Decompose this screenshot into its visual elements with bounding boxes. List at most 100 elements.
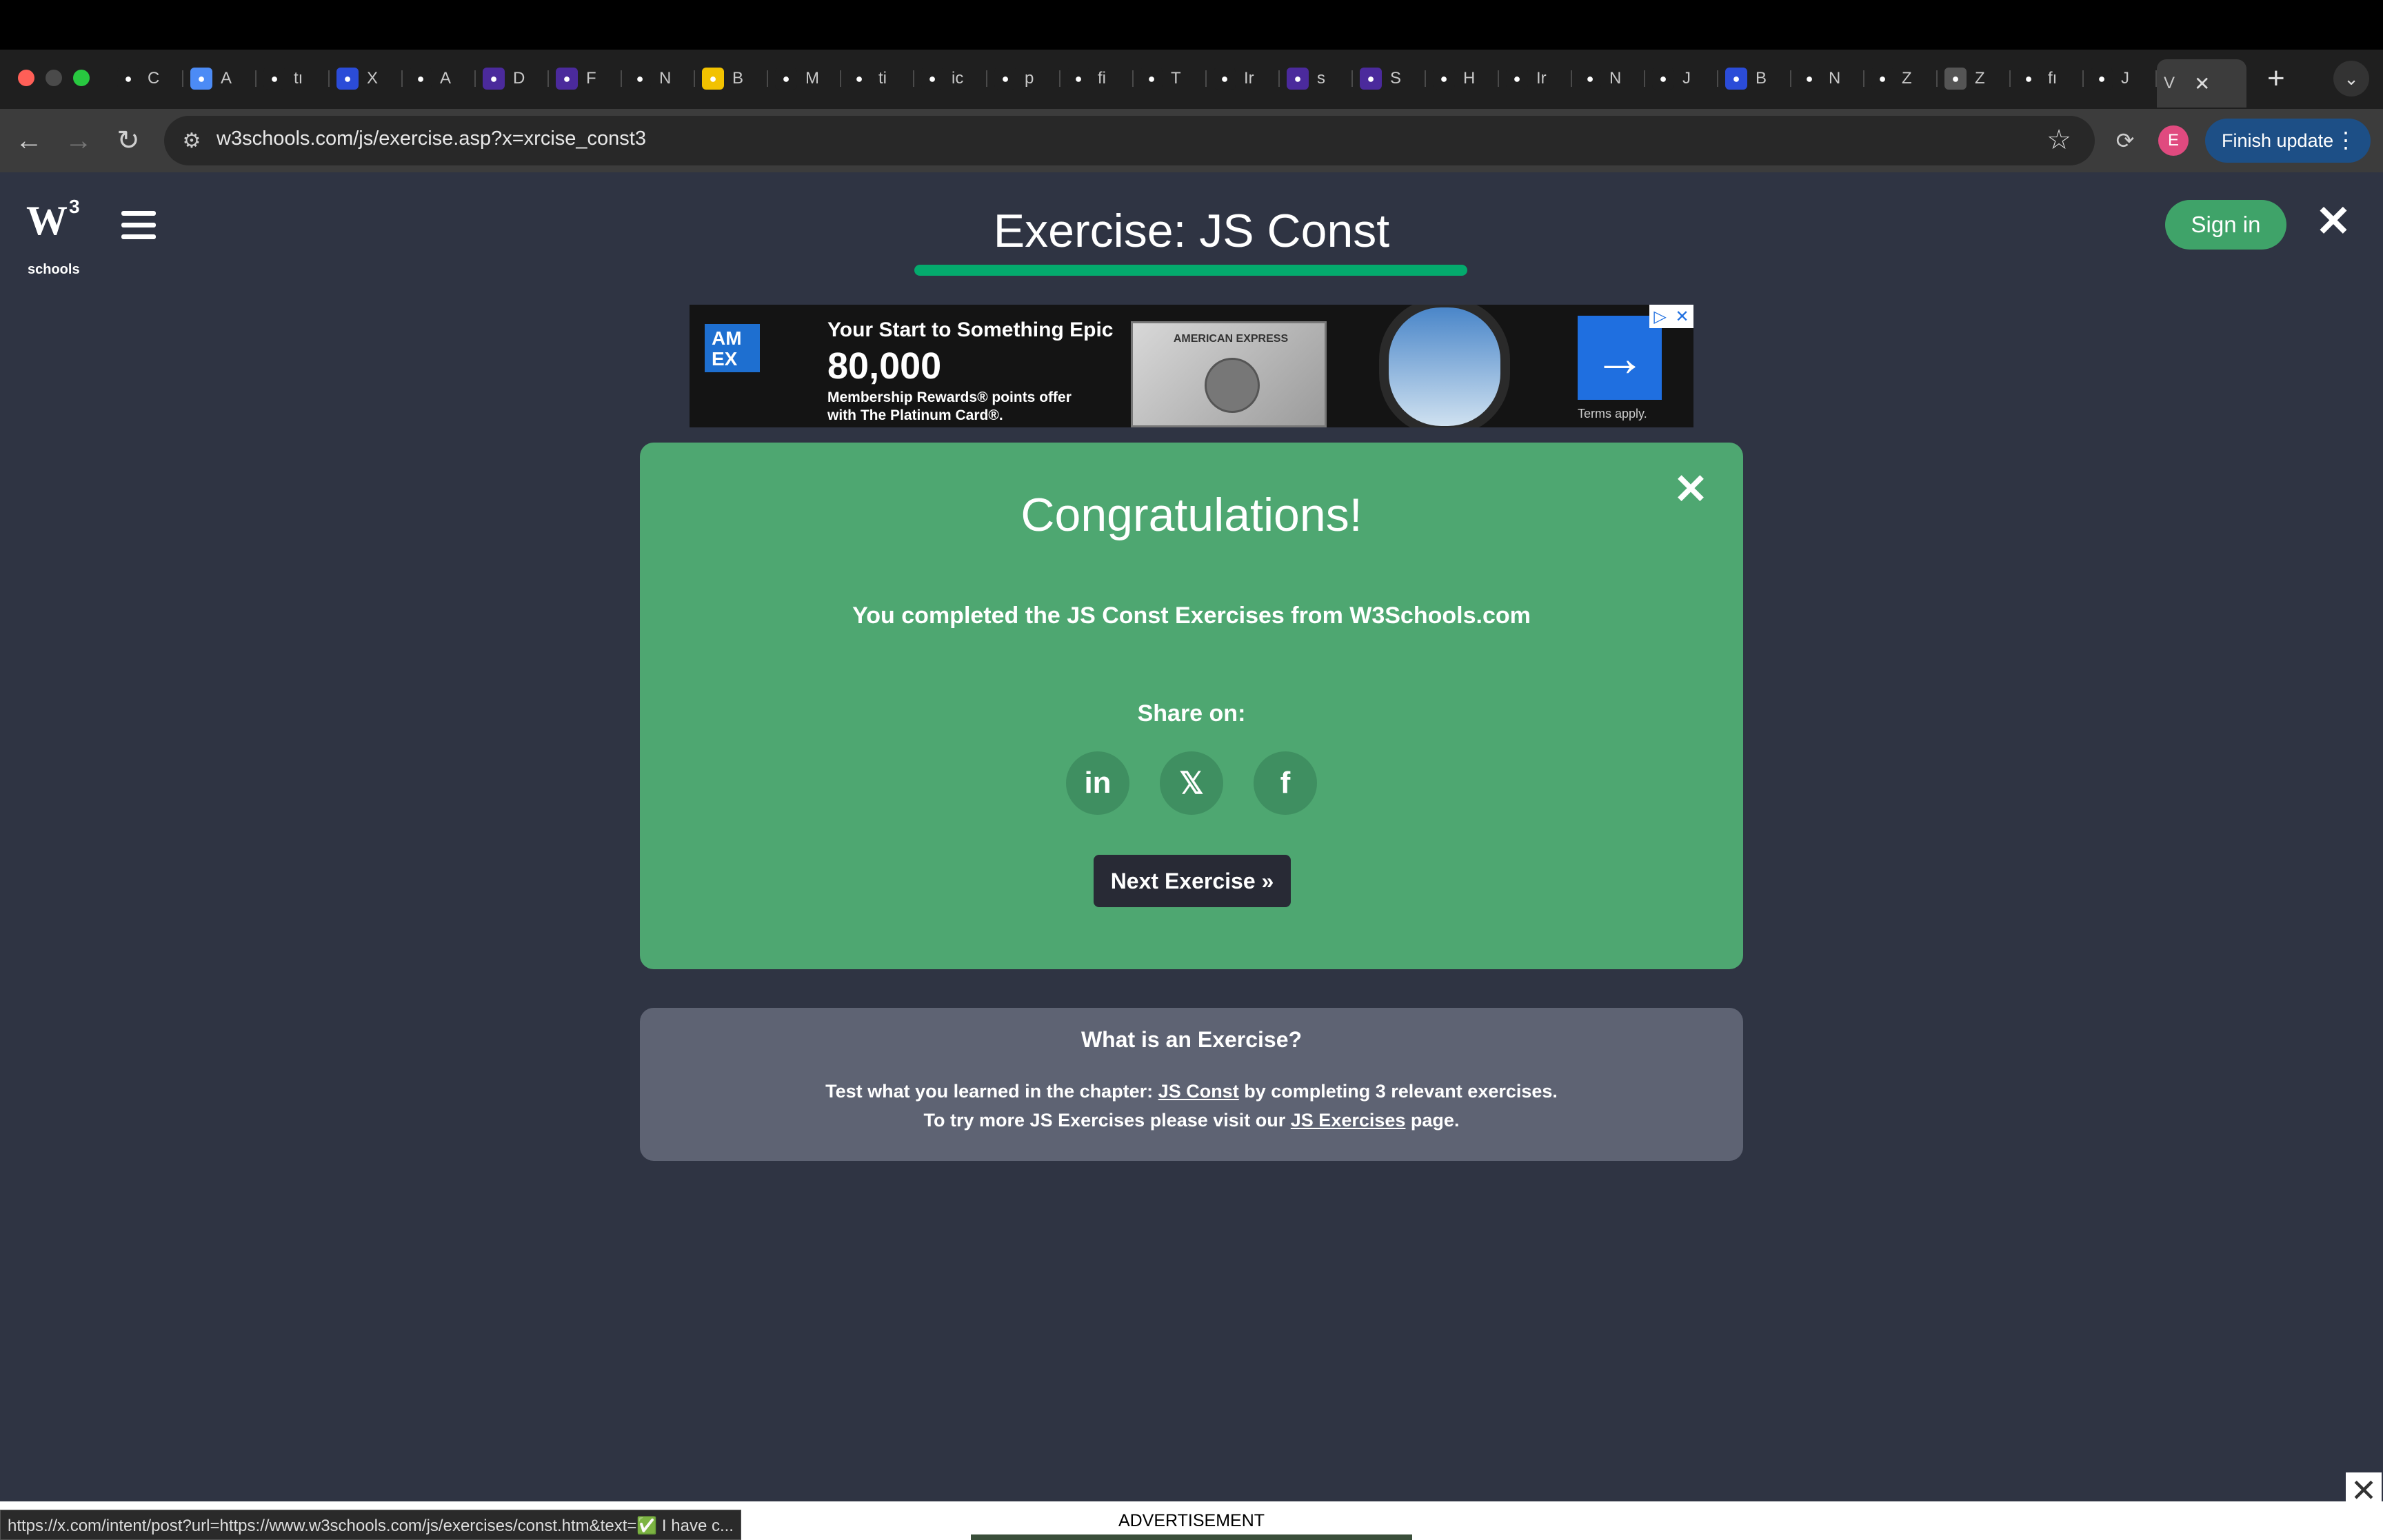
status-bar-url: https://x.com/intent/post?url=https://ww… <box>0 1510 741 1540</box>
js-const-link[interactable]: JS Const <box>1158 1081 1239 1102</box>
tab-title: X <box>367 69 379 88</box>
browser-tab[interactable]: ● F <box>549 59 622 98</box>
tab-title: tı <box>294 69 303 88</box>
extension-icon[interactable]: ⟳ <box>2109 124 2142 157</box>
site-settings-icon[interactable]: ⚙ <box>177 125 207 156</box>
chatgpt-icon: ● <box>1798 68 1820 90</box>
navigation-bar: ← → ↻ ⚙ w3schools.com/js/exercise.asp?x=… <box>0 109 2383 172</box>
new-tab-button[interactable]: + <box>2267 59 2285 98</box>
pin-icon: ● <box>1360 68 1382 90</box>
close-window-button[interactable] <box>18 70 34 86</box>
info-line-2: To try more JS Exercises please visit ou… <box>640 1110 1743 1131</box>
maximize-window-button[interactable] <box>73 70 90 86</box>
globe-icon: ● <box>1433 68 1455 90</box>
completion-message: You completed the JS Const Exercises fro… <box>852 602 1531 629</box>
next-exercise-button[interactable]: Next Exercise » <box>1094 855 1291 907</box>
w3schools-logo[interactable]: W 3 schools <box>26 196 84 277</box>
v-icon: ● <box>775 68 797 90</box>
url-text[interactable]: w3schools.com/js/exercise.asp?x=xrcise_c… <box>217 128 646 150</box>
sign-in-button[interactable]: Sign in <box>2165 200 2286 250</box>
ad-airplane-window-image <box>1379 305 1510 427</box>
ad-info-icon[interactable]: ▷ <box>1653 307 1666 327</box>
tab-close-icon[interactable]: ✕ <box>2194 72 2210 95</box>
share-linkedin-button[interactable]: in <box>1066 751 1129 815</box>
bank-icon: ● <box>1214 68 1236 90</box>
browser-tab[interactable]: ● N <box>1572 59 1645 98</box>
ad-close-icon[interactable]: ✕ <box>1676 307 1689 327</box>
address-bar[interactable]: ⚙ w3schools.com/js/exercise.asp?x=xrcise… <box>164 116 2095 165</box>
linkedin-icon: in <box>1084 766 1112 800</box>
profile-avatar[interactable]: E <box>2158 125 2189 156</box>
share-x-button[interactable]: 𝕏 <box>1160 751 1223 815</box>
browser-tab[interactable]: ● J <box>1645 59 1718 98</box>
browser-tab[interactable]: ● tı <box>257 59 330 98</box>
forward-button[interactable]: → <box>58 120 99 161</box>
browser-tab[interactable]: ● Z <box>1864 59 1938 98</box>
st-icon: ● <box>1725 68 1747 90</box>
browser-tab[interactable]: ● J <box>2084 59 2157 98</box>
menu-icon[interactable] <box>121 211 156 240</box>
browser-tab[interactable]: ● fı <box>2011 59 2084 98</box>
more-vert-icon: ⋮ <box>2335 128 2357 152</box>
bottom-ad-image[interactable] <box>971 1534 1412 1540</box>
bank-icon: ● <box>1140 68 1163 90</box>
share-label: Share on: <box>1137 700 1246 727</box>
minimize-window-button[interactable] <box>46 70 62 86</box>
browser-tab[interactable]: ● A <box>183 59 257 98</box>
tab-title: N <box>659 69 672 88</box>
browser-tab[interactable]: ● Ir <box>1207 59 1280 98</box>
amex-logo: AM EX <box>705 324 760 372</box>
tab-title: S <box>1390 69 1402 88</box>
tab-title: C <box>148 69 160 88</box>
share-facebook-button[interactable]: f <box>1254 751 1317 815</box>
browser-tab[interactable]: ● N <box>622 59 695 98</box>
tab-title: ic <box>952 69 964 88</box>
browser-tab[interactable]: ● Ir <box>1499 59 1572 98</box>
tab-search-button[interactable]: ⌄ <box>2333 61 2369 97</box>
w3-icon: ● <box>2091 68 2113 90</box>
docs-icon: ● <box>190 68 212 90</box>
js-exercises-link[interactable]: JS Exercises <box>1291 1110 1406 1131</box>
google-icon: ● <box>410 68 432 90</box>
globe-icon: ● <box>1579 68 1601 90</box>
ad-points: 80,000 <box>827 345 942 387</box>
ad-banner[interactable]: AM EX Your Start to Something Epic 80,00… <box>690 305 1693 427</box>
browser-tab[interactable]: ● X <box>330 59 403 98</box>
tab-title: B <box>732 69 744 88</box>
info-line-2-suffix: page. <box>1405 1110 1460 1131</box>
browser-tab[interactable]: ● fi <box>1060 59 1134 98</box>
ad-choices[interactable]: ▷ ✕ <box>1649 305 1693 328</box>
info-title: What is an Exercise? <box>1080 1027 1303 1052</box>
browser-tab[interactable]: ● H <box>1426 59 1499 98</box>
browser-tab[interactable]: ● Z <box>1938 59 2011 98</box>
page-content: W 3 schools Exercise: JS Const Sign in ✕… <box>0 172 2383 1501</box>
arrow-right-icon[interactable]: → <box>1578 316 1662 400</box>
browser-tab[interactable]: ● ti <box>841 59 914 98</box>
reload-button[interactable]: ↻ <box>108 120 149 161</box>
browser-tab[interactable]: ● M <box>768 59 841 98</box>
browser-tab[interactable]: ● N <box>1791 59 1864 98</box>
browser-tab[interactable]: ● B <box>1718 59 1791 98</box>
arrow-left-icon: ← <box>15 125 43 156</box>
browser-tab[interactable]: ● A <box>403 59 476 98</box>
back-button[interactable]: ← <box>8 120 50 161</box>
tab-active[interactable]: V ✕ <box>2157 59 2246 108</box>
i-icon: ● <box>702 68 724 90</box>
browser-tab[interactable]: ● p <box>987 59 1060 98</box>
browser-tab[interactable]: ● B <box>695 59 768 98</box>
info-line-1-suffix: by completing 3 relevant exercises. <box>1238 1081 1558 1102</box>
bookmark-star-icon[interactable]: ☆ <box>2047 124 2071 156</box>
browser-tab[interactable]: ● S <box>1353 59 1426 98</box>
browser-tab[interactable]: ● C <box>110 59 183 98</box>
arrow-right-icon: → <box>65 125 92 156</box>
x-icon: 𝕏 <box>1179 766 1204 800</box>
browser-tab[interactable]: ● s <box>1280 59 1353 98</box>
finish-update-button[interactable]: Finish update ⋮ <box>2205 119 2371 163</box>
close-icon[interactable]: ✕ <box>2313 198 2354 245</box>
browser-tab[interactable]: ● T <box>1134 59 1207 98</box>
completion-panel: ✕ Congratulations! You completed the JS … <box>640 443 1743 969</box>
browser-tab[interactable]: ● ic <box>914 59 987 98</box>
tab-title: J <box>2121 69 2129 88</box>
browser-tab[interactable]: ● D <box>476 59 549 98</box>
close-icon[interactable]: ✕ <box>2346 1472 2382 1508</box>
